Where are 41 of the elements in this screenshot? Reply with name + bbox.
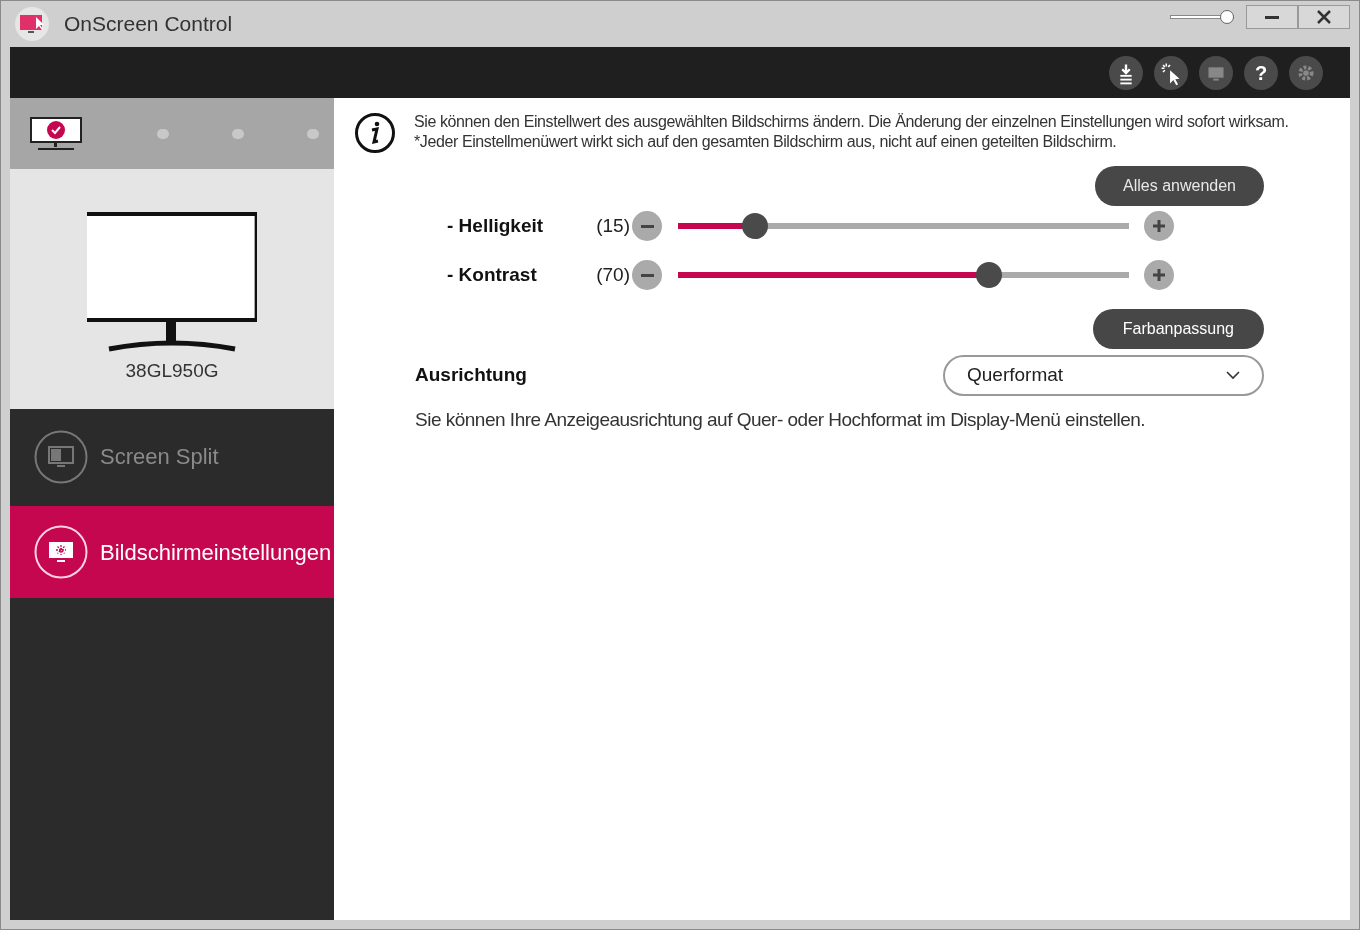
download-icon[interactable]	[1109, 55, 1143, 90]
minus-icon	[640, 273, 654, 277]
plus-button[interactable]	[1144, 211, 1174, 241]
minus-button[interactable]	[632, 260, 662, 290]
help-button[interactable]: ?	[1244, 55, 1278, 90]
window-title: OnScreen Control	[64, 11, 233, 38]
apply-all-button[interactable]: Alles anwenden	[1095, 166, 1264, 206]
monitor-icon	[34, 525, 88, 579]
color-adjust-button[interactable]: Farbanpassung	[1092, 309, 1264, 349]
close-button[interactable]	[1298, 5, 1350, 29]
slider-value: (15)	[595, 213, 630, 238]
slider-label: - Kontrast	[446, 262, 538, 287]
section-title: Ausrichtung	[415, 363, 527, 387]
plus-icon	[1152, 268, 1166, 282]
slider-thumb[interactable]	[976, 262, 1003, 288]
info-text: *Jeder Einstellmenüwert wirkt sich auf den gesamten Bildschirm aus, nicht auf einen geteilten Bildschirm.	[414, 132, 1118, 152]
info-icon	[354, 112, 396, 154]
opacity-slider[interactable]	[1170, 10, 1234, 24]
close-icon	[1316, 9, 1332, 25]
monitor-model: 38GL950G	[125, 359, 219, 383]
monitor-icon	[34, 429, 88, 484]
sidebar-item[interactable]: Bildschirmeinstellungen	[10, 506, 334, 598]
minus-button[interactable]	[632, 211, 662, 241]
slider-label: - Helligkeit	[446, 213, 545, 238]
minimize-button[interactable]	[1246, 5, 1298, 29]
info-text: Sie können den Einstellwert des ausgewählten Bildschirms ändern. Die Änderung der einzelnen Einstellungen wird sofort wirksam.	[414, 112, 1289, 132]
monitor-slot-icon[interactable]	[30, 116, 82, 151]
slider-value: (70)	[595, 262, 630, 287]
orientation-description: Sie können Ihre Anzeigeausrichtung auf Quer- oder Hochformat im Display-Menü einstellen.	[414, 408, 1147, 432]
plus-button[interactable]	[1144, 260, 1174, 290]
orientation-dropdown[interactable]: Querformat	[943, 355, 1264, 396]
settings-icon[interactable]	[1289, 55, 1323, 90]
minus-icon	[640, 224, 654, 228]
plus-icon	[1152, 219, 1166, 233]
chevron-down-icon	[1226, 371, 1240, 380]
cursor-icon[interactable]	[1154, 55, 1188, 90]
monitor-icon[interactable]	[1199, 55, 1233, 90]
minimize-icon	[1265, 15, 1279, 19]
app-icon	[14, 6, 50, 42]
monitor-icon	[87, 211, 257, 353]
slider-thumb[interactable]	[741, 213, 768, 239]
